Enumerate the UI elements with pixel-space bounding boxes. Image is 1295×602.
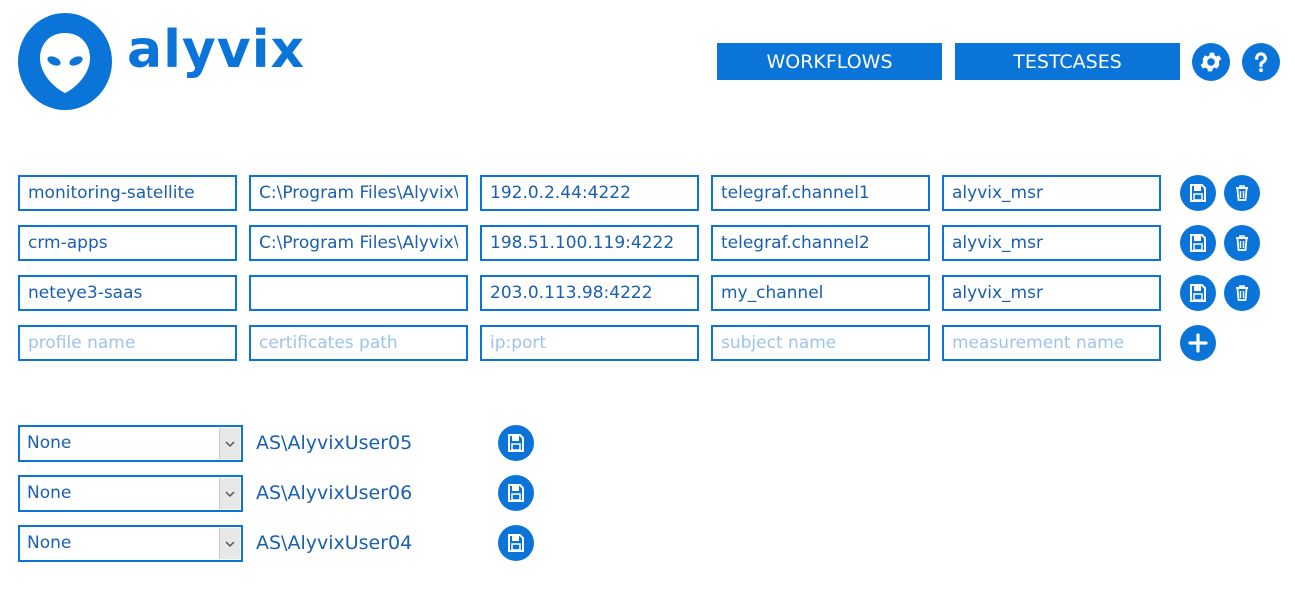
subject-name-input[interactable] <box>711 275 930 311</box>
save-icon[interactable] <box>498 525 534 561</box>
new-measurement-name-input[interactable] <box>942 325 1161 361</box>
certificates-path-input[interactable] <box>249 275 468 311</box>
new-certificates-path-input[interactable] <box>249 325 468 361</box>
user-label: AS\AlyvixUser04 <box>256 532 413 554</box>
profile-select-value: None <box>27 483 72 503</box>
trash-icon[interactable] <box>1224 175 1260 211</box>
measurement-name-input[interactable] <box>942 275 1161 311</box>
profile-name-input[interactable] <box>18 225 237 261</box>
user-label: AS\AlyvixUser06 <box>256 482 413 504</box>
save-icon[interactable] <box>1180 175 1216 211</box>
save-icon[interactable] <box>498 425 534 461</box>
profile-select[interactable]: None <box>18 425 243 462</box>
testcases-button[interactable]: TESTCASES <box>955 43 1180 80</box>
save-icon[interactable] <box>498 475 534 511</box>
certificates-path-input[interactable] <box>249 175 468 211</box>
logo-text: alyvix <box>127 20 306 80</box>
ip-port-input[interactable] <box>480 275 699 311</box>
new-profile-name-input[interactable] <box>18 325 237 361</box>
subject-name-input[interactable] <box>711 225 930 261</box>
profile-select-value: None <box>27 433 72 453</box>
profile-select[interactable]: None <box>18 475 243 512</box>
subject-name-input[interactable] <box>711 175 930 211</box>
profile-select[interactable]: None <box>18 525 243 562</box>
workflows-button[interactable]: WORKFLOWS <box>717 43 942 80</box>
profile-select-value: None <box>27 533 72 553</box>
chevron-down-icon[interactable] <box>219 428 240 459</box>
add-profile-plus-icon[interactable] <box>1180 325 1216 361</box>
new-subject-name-input[interactable] <box>711 325 930 361</box>
trash-icon[interactable] <box>1224 225 1260 261</box>
ip-port-input[interactable] <box>480 175 699 211</box>
profile-name-input[interactable] <box>18 275 237 311</box>
help-icon[interactable] <box>1242 43 1280 81</box>
user-label: AS\AlyvixUser05 <box>256 432 413 454</box>
chevron-down-icon[interactable] <box>219 478 240 509</box>
trash-icon[interactable] <box>1224 275 1260 311</box>
certificates-path-input[interactable] <box>249 225 468 261</box>
measurement-name-input[interactable] <box>942 225 1161 261</box>
save-icon[interactable] <box>1180 225 1216 261</box>
save-icon[interactable] <box>1180 275 1216 311</box>
chevron-down-icon[interactable] <box>219 528 240 559</box>
settings-gear-icon[interactable] <box>1192 43 1230 81</box>
new-ip-port-input[interactable] <box>480 325 699 361</box>
alyvix-logo-icon <box>18 13 112 110</box>
ip-port-input[interactable] <box>480 225 699 261</box>
measurement-name-input[interactable] <box>942 175 1161 211</box>
profile-name-input[interactable] <box>18 175 237 211</box>
